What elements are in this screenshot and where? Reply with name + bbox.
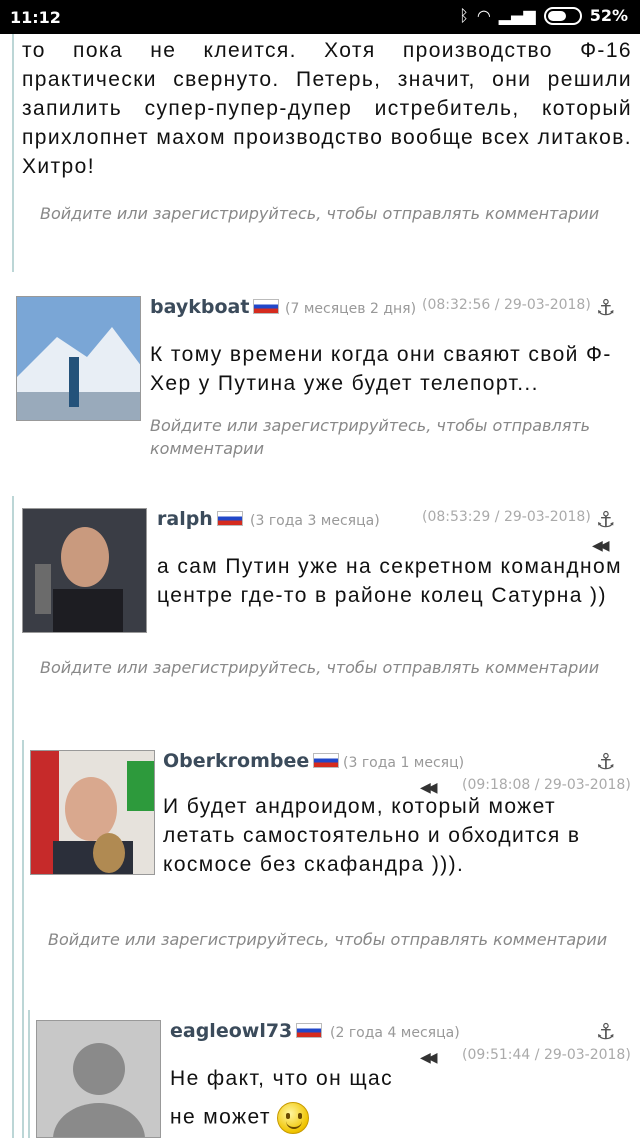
login-note[interactable]: Войдите или зарегистрируйтесь, чтобы отп…	[40, 656, 630, 679]
signal-icon: ▂▄▆	[498, 6, 536, 25]
anchor-icon[interactable]: ⚓	[596, 508, 616, 533]
battery-percent: 52%	[589, 6, 628, 25]
comment-author[interactable]: ralph	[157, 508, 243, 530]
thread-line	[12, 34, 14, 272]
comment-text: К тому времени когда они сваяют свой Ф-Х…	[150, 343, 612, 395]
thread-line	[12, 496, 14, 1138]
comment-age: (3 года 1 месяц)	[343, 755, 465, 771]
avatar[interactable]	[30, 750, 155, 875]
comment-timestamp[interactable]: (09:51:44 / 29-03-2018)	[462, 1047, 631, 1063]
comment-author[interactable]: baykboat	[150, 296, 280, 318]
post-text: то пока не клеится. Хотя производство Ф-…	[22, 39, 632, 178]
avatar[interactable]	[22, 508, 147, 633]
comment-text: не может	[170, 1102, 470, 1134]
anchor-icon[interactable]: ⚓	[596, 296, 616, 321]
anchor-icon[interactable]: ⚓	[596, 1020, 616, 1045]
avatar[interactable]	[16, 296, 141, 421]
comment-text: а сам Путин уже на секретном командном ц…	[157, 555, 622, 607]
smiley-icon	[276, 1102, 309, 1134]
comment-age: (7 месяцев 2 дня)	[285, 301, 417, 317]
comment-text: И будет андроидом, который может летать …	[163, 795, 581, 876]
comment-age: (2 года 4 месяца)	[330, 1025, 460, 1041]
comment-text: Не факт, что он щас	[170, 1067, 394, 1090]
bluetooth-icon: ᛒ	[459, 6, 469, 25]
thread-line	[28, 1010, 30, 1138]
login-note[interactable]: Войдите или зарегистрируйтесь, чтобы отп…	[150, 414, 625, 460]
status-time: 11:12	[10, 8, 61, 27]
anchor-icon[interactable]: ⚓	[596, 750, 616, 775]
avatar[interactable]	[36, 1020, 161, 1138]
russia-flag-icon	[313, 753, 340, 768]
comments-thread: то пока не клеится. Хотя производство Ф-…	[0, 34, 640, 1138]
comment-timestamp[interactable]: (08:53:29 / 29-03-2018)	[422, 509, 591, 525]
comment-author[interactable]: Oberkrombee	[163, 750, 340, 772]
wifi-icon: ◠	[476, 6, 491, 25]
russia-flag-icon	[253, 299, 280, 314]
thread-line	[22, 740, 24, 1138]
status-icons: ᛒ ◠ ▂▄▆ 52%	[459, 6, 628, 25]
comment-age: (3 года 3 месяца)	[250, 513, 380, 529]
russia-flag-icon	[216, 511, 243, 526]
russia-flag-icon	[296, 1023, 323, 1038]
comment-timestamp[interactable]: (09:18:08 / 29-03-2018)	[462, 777, 631, 793]
login-note[interactable]: Войдите или зарегистрируйтесь, чтобы отп…	[48, 928, 628, 951]
status-bar: 11:12 ᛒ ◠ ▂▄▆ 52%	[0, 0, 640, 34]
login-note[interactable]: Войдите или зарегистрируйтесь, чтобы отп…	[40, 202, 630, 225]
battery-icon	[543, 6, 582, 25]
comment-author[interactable]: eagleowl73	[170, 1020, 323, 1042]
comment-timestamp[interactable]: (08:32:56 / 29-03-2018)	[422, 297, 591, 313]
